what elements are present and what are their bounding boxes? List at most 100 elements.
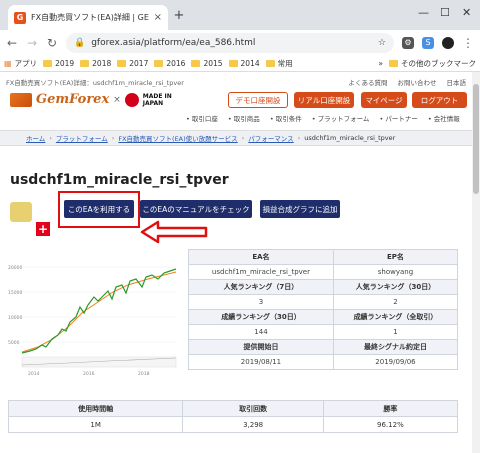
table-row: usdchf1m_miracle_rsi_tpver showyang — [188, 264, 459, 280]
language-link[interactable]: 日本語 — [447, 77, 467, 87]
table-header-cell: EA名 — [188, 249, 334, 265]
bookmark-folder[interactable]: 2015 — [191, 59, 223, 68]
made-in-japan-text: MADE IN JAPAN — [142, 92, 172, 107]
forward-icon[interactable]: → — [26, 36, 38, 50]
contact-link[interactable]: お問い合わせ — [398, 77, 437, 87]
bookmark-folder[interactable]: 2014 — [228, 59, 260, 68]
url-field[interactable]: 🔒 gforex.asia/platform/ea/ea_586.html ☆ — [66, 33, 394, 53]
japan-flag-icon — [124, 92, 139, 107]
table-row: 使用時間軸 取引回数 勝率 — [7, 400, 459, 417]
skype-icon[interactable]: S — [422, 37, 434, 49]
page-top-text: FX自動売買ソフト(EA)詳細：usdchf1m_miracle_rsi_tpv… — [6, 79, 184, 87]
logout-button[interactable]: ログアウト — [412, 92, 467, 108]
swiss-flag-icon: + — [36, 222, 50, 236]
bookmark-folder[interactable]: 2016 — [154, 59, 185, 68]
folder-icon — [228, 60, 238, 67]
table-cell: 3 — [188, 294, 334, 310]
page-scrollbar[interactable] — [472, 72, 480, 453]
chart-y-label: 15000 — [8, 290, 22, 296]
bookmark-apps[interactable]: ▦ アプリ — [4, 58, 37, 69]
reload-icon[interactable]: ↻ — [46, 36, 58, 50]
table-header-cell: 提供開始日 — [188, 339, 334, 355]
table-cell: 1M — [7, 416, 184, 433]
new-tab-button[interactable]: + — [172, 9, 186, 23]
bookmark-folder[interactable]: 2019 — [43, 59, 74, 68]
chart-x-label: 2014 — [28, 371, 40, 377]
lock-icon: 🔒 — [74, 38, 86, 48]
table-cell: 1 — [332, 324, 459, 340]
nav-platform[interactable]: • プラットフォーム — [312, 113, 370, 123]
table-header-cell: 取引回数 — [182, 400, 324, 417]
address-bar: ← → ↻ 🔒 gforex.asia/platform/ea/ea_586.h… — [0, 30, 480, 56]
folder-icon — [389, 60, 398, 67]
mypage-button[interactable]: マイページ — [361, 92, 407, 108]
breadcrumb-separator: › — [111, 134, 115, 142]
folder-icon — [80, 60, 90, 67]
highlight-box — [58, 191, 140, 228]
breadcrumb-current: usdchf1m_miracle_rsi_tpver — [304, 134, 396, 142]
table-row: 32 — [188, 294, 459, 310]
faq-link[interactable]: よくある質問 — [349, 77, 388, 87]
nav-partner[interactable]: • パートナー — [379, 113, 417, 123]
table-row: 人気ランキング（7日） 人気ランキング（30日） — [188, 279, 459, 295]
table-row: EA名 EP名 — [188, 249, 459, 265]
ea-info-table: EA名 EP名 usdchf1m_miracle_rsi_tpver showyan… — [188, 249, 459, 370]
bookmarks-bar: ▦ アプリ 2019 2018 2017 2016 2015 2014 常用 » … — [0, 56, 480, 72]
tab-strip: G FX自動売買ソフト(EA)詳細 | GEM × + — ☐ ✕ — [0, 0, 480, 30]
nav-accounts[interactable]: • 取引口座 — [186, 113, 218, 123]
close-window-button[interactable]: ✕ — [462, 6, 471, 19]
real-account-button[interactable]: リアル口座開設 — [294, 92, 354, 108]
ea-product-icon — [10, 202, 32, 222]
nav-products[interactable]: • 取引商品 — [228, 113, 260, 123]
minimize-button[interactable]: — — [418, 6, 429, 19]
maximize-button[interactable]: ☐ — [440, 6, 450, 19]
breadcrumb-ea-service[interactable]: FX自動売買ソフト(EA)使い放題サービス — [118, 133, 237, 143]
table-cell: showyang — [332, 264, 459, 280]
extension-icon[interactable]: ⚙ — [402, 37, 414, 49]
bookmark-folder[interactable]: 2017 — [117, 59, 148, 68]
profile-avatar[interactable] — [442, 37, 454, 49]
chart-y-label: 20000 — [8, 265, 22, 271]
breadcrumb-home[interactable]: ホーム — [26, 133, 45, 143]
tab-close-icon[interactable]: × — [154, 12, 162, 23]
apps-icon: ▦ — [4, 59, 12, 68]
folder-icon — [117, 60, 127, 67]
nav-conditions[interactable]: • 取引条件 — [270, 113, 302, 123]
folder-icon — [265, 60, 275, 67]
folder-icon — [154, 60, 164, 67]
back-icon[interactable]: ← — [6, 36, 18, 50]
table-header-cell: 勝率 — [322, 400, 459, 417]
breadcrumb-performance[interactable]: パフォーマンス — [248, 133, 293, 143]
chart-y-label: 10000 — [8, 315, 22, 321]
star-icon[interactable]: ☆ — [378, 38, 386, 48]
bookmark-overflow[interactable]: » — [378, 59, 383, 68]
table-header-cell: 成績ランキング（30日） — [188, 309, 334, 325]
breadcrumb: ホーム › プラットフォーム › FX自動売買ソフト(EA)使い放題サービス ›… — [0, 130, 472, 146]
chart-navigator[interactable] — [21, 356, 177, 368]
browser-tab[interactable]: G FX自動売買ソフト(EA)詳細 | GEM × — [8, 5, 168, 30]
table-header-cell: 人気ランキング（7日） — [188, 279, 334, 295]
scrollbar-thumb[interactable] — [473, 84, 479, 194]
site-logo[interactable]: GemForex × MADE IN JAPAN — [10, 92, 173, 107]
logo-mark-icon — [10, 92, 32, 107]
tab-title: FX自動売買ソフト(EA)詳細 | GEM — [31, 13, 149, 22]
table-row: 成績ランキング（30日） 成績ランキング（全取引） — [188, 309, 459, 325]
table-cell: 2 — [332, 294, 459, 310]
highlight-arrow-icon — [140, 220, 208, 244]
table-header-cell: EP名 — [332, 249, 459, 265]
table-row: 1M 3,298 96.12% — [7, 416, 459, 433]
nav-company[interactable]: • 会社情報 — [428, 113, 460, 123]
bookmark-folder[interactable]: 常用 — [265, 58, 293, 69]
chart-y-label: 5000 — [8, 340, 20, 346]
manual-button[interactable]: このEAのマニュアルをチェック — [140, 200, 252, 218]
breadcrumb-platform[interactable]: プラットフォーム — [56, 133, 108, 143]
url-text: gforex.asia/platform/ea/ea_586.html — [91, 38, 256, 48]
bookmark-folder[interactable]: 2018 — [80, 59, 111, 68]
add-graph-button[interactable]: 損益合成グラフに追加 — [260, 200, 340, 218]
table-header-cell: 人気ランキング（30日） — [332, 279, 459, 295]
demo-account-button[interactable]: デモ口座開設 — [228, 92, 288, 108]
menu-icon[interactable]: ⋮ — [462, 36, 474, 50]
folder-icon — [191, 60, 201, 67]
bookmark-other[interactable]: その他のブックマーク — [389, 58, 476, 69]
table-cell: 96.12% — [322, 416, 459, 433]
